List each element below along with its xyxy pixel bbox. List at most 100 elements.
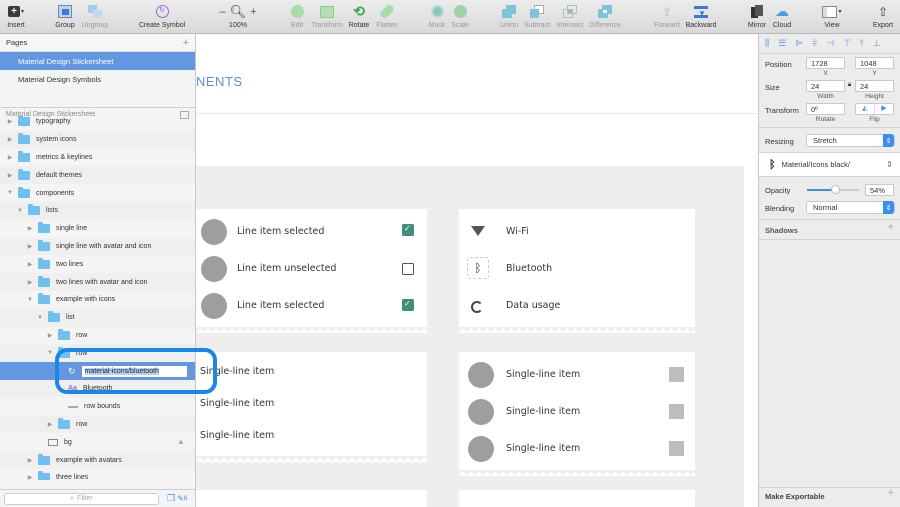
insert-button[interactable]: + ▾ Insert — [0, 3, 38, 29]
checkbox-checked[interactable]: ✓ — [402, 224, 414, 236]
align-center-icon[interactable]: ⫩ — [812, 38, 817, 49]
disclosure-expanded-icon[interactable]: ▼ — [26, 297, 34, 303]
disclosure-collapsed-icon[interactable]: ▶ — [26, 261, 34, 268]
disclosure-collapsed-icon[interactable]: ▶ — [26, 474, 34, 480]
list-card-single-line[interactable]: Single-line item Single-line item Single… — [196, 352, 427, 462]
layer-list: ▶ typography ▶ system icons ▶ metrics & keyli… — [0, 113, 195, 480]
disclosure-collapsed-icon[interactable]: ▶ — [6, 136, 14, 143]
edited-filter-icon[interactable]: ✎ — [177, 494, 184, 503]
width-input[interactable]: 24 — [806, 80, 845, 92]
opacity-slider-knob[interactable] — [831, 185, 841, 194]
create-symbol-button[interactable]: ↻ Create Symbol — [139, 3, 185, 29]
disclosure-expanded-icon[interactable]: ▼ — [6, 190, 14, 196]
rotate-input[interactable]: 0º — [806, 103, 845, 115]
disclosure-expanded-icon[interactable]: ▼ — [46, 350, 54, 356]
disclosure-collapsed-icon[interactable]: ▶ — [26, 279, 34, 286]
difference-button[interactable]: Difference — [583, 3, 627, 29]
layer-row[interactable]: ▶ default themes — [0, 166, 195, 185]
disclosure-expanded-icon[interactable]: ▼ — [16, 208, 24, 214]
add-export-button[interactable]: + — [888, 487, 894, 499]
view-button[interactable]: ▾ View — [810, 3, 854, 29]
symbols-filter-icon[interactable]: ❐ — [167, 493, 175, 504]
backward-button[interactable]: ▼ Backward — [679, 3, 723, 29]
layer-row[interactable]: ▼ components — [0, 184, 195, 202]
layer-row[interactable]: ▶ row — [0, 327, 195, 345]
disclosure-collapsed-icon[interactable]: ▶ — [6, 154, 14, 161]
height-input[interactable]: 24 — [855, 80, 894, 92]
list-card-avatar-icon[interactable]: Single-line item Single-line item Single… — [459, 352, 695, 476]
disclosure-collapsed-icon[interactable]: ▶ — [26, 457, 34, 464]
distribute-horizontal-icon[interactable]: ⫼ — [765, 38, 769, 49]
layer-row[interactable]: ▼ row — [0, 344, 195, 363]
flatten-button[interactable]: Flatten — [365, 3, 409, 29]
distribute-vertical-icon[interactable]: ☰ — [778, 38, 786, 49]
align-left-icon[interactable]: ⊫ — [795, 38, 803, 49]
layer-row[interactable]: ▶ three lines — [0, 469, 195, 480]
list-card-partial[interactable] — [196, 490, 427, 507]
list-card-icons[interactable]: Wi-Fi ᛒ Bluetooth Data usage — [459, 209, 695, 333]
ungroup-button[interactable]: Ungroup — [73, 3, 117, 29]
layer-row[interactable]: ▶ single line — [0, 220, 195, 238]
zoom-control[interactable]: – 🔍︎ + 100% — [213, 3, 263, 30]
make-exportable-label: Make Exportable — [765, 492, 825, 501]
layer-row[interactable]: ▶ example with avatars — [0, 451, 195, 469]
zoom-in-button[interactable]: + — [250, 6, 256, 18]
transform-label: Transform — [765, 106, 799, 115]
export-button[interactable]: ⇧ Export — [861, 3, 900, 30]
layer-row[interactable]: ▶ typography — [0, 113, 195, 131]
opacity-input[interactable]: 54% — [865, 184, 894, 196]
layer-row[interactable]: ↻ material-icons/bluetooth — [0, 362, 195, 380]
disclosure-collapsed-icon[interactable]: ▶ — [26, 243, 34, 250]
blending-select[interactable]: Normal ⇕ — [806, 201, 895, 214]
position-x-input[interactable]: 1728 — [806, 57, 845, 69]
filter-input[interactable]: ⌕ Filter — [4, 492, 159, 505]
disclosure-expanded-icon[interactable]: ▼ — [36, 315, 44, 321]
layer-rename-input[interactable]: material-icons/bluetooth — [81, 365, 187, 377]
cloud-button[interactable]: ☁ Cloud — [760, 3, 804, 29]
opacity-slider[interactable] — [807, 185, 859, 194]
add-shadow-button[interactable]: + — [888, 221, 894, 233]
layer-row[interactable]: bg 🔒︎ — [0, 433, 195, 451]
layer-row[interactable]: ▼ list — [0, 308, 195, 327]
layer-label: system icons — [36, 136, 77, 144]
layer-row[interactable]: ▶ two lines — [0, 255, 195, 273]
resizing-select[interactable]: Stretch ⇕ — [806, 134, 895, 147]
layer-row[interactable]: ▶ row — [0, 415, 195, 434]
add-page-button[interactable]: + — [183, 37, 189, 49]
align-top-icon[interactable]: ⊤ — [843, 38, 851, 49]
layer-row[interactable]: ▶ system icons — [0, 130, 195, 149]
list-card-checkbox[interactable]: Line item selected ✓ Line item unselecte… — [196, 209, 427, 333]
layer-row[interactable]: ▼ example with icons — [0, 291, 195, 309]
align-right-icon[interactable]: ⊣ — [826, 38, 834, 49]
lock-ratio-icon[interactable]: 🔒︎ — [848, 82, 851, 89]
layer-row[interactable]: ▶ single line with avatar and icon — [0, 237, 195, 256]
list-card-partial[interactable] — [459, 490, 695, 507]
disclosure-collapsed-icon[interactable]: ▶ — [26, 225, 34, 232]
disclosure-collapsed-icon[interactable]: ▶ — [6, 172, 14, 179]
position-y-input[interactable]: 1048 — [855, 57, 894, 69]
lock-icon[interactable]: 🔒︎ — [179, 437, 183, 447]
scale-button[interactable]: Scale — [438, 3, 482, 29]
canvas[interactable]: NENTS Line item selected ✓ Line item uns… — [196, 34, 758, 507]
checkbox-unchecked[interactable] — [402, 263, 414, 275]
layer-row[interactable]: ▼ lists — [0, 201, 195, 220]
layer-row[interactable]: ▶ metrics & keylines — [0, 149, 195, 167]
list-item-label: Single-line item — [200, 366, 275, 377]
page-item[interactable]: Material Design Stickersheet — [0, 52, 195, 70]
symbol-override[interactable]: ᛒ Material/Icons black/ ⇕ — [759, 152, 900, 177]
disclosure-collapsed-icon[interactable]: ▶ — [6, 118, 14, 125]
flip-vertical-button[interactable]: ▶ — [875, 104, 893, 114]
zoom-out-button[interactable]: – — [219, 6, 225, 18]
layer-row[interactable]: row bounds — [0, 398, 195, 416]
layer-row[interactable]: ▶ two lines with avatar and icon — [0, 273, 195, 291]
data-usage-icon — [471, 301, 483, 313]
disclosure-collapsed-icon[interactable]: ▶ — [46, 421, 54, 428]
layer-rename-text[interactable]: material-icons/bluetooth — [84, 367, 159, 375]
disclosure-collapsed-icon[interactable]: ▶ — [46, 332, 54, 339]
flip-horizontal-button[interactable]: ◭ — [856, 104, 875, 114]
align-bottom-icon[interactable]: ⊥ — [873, 38, 881, 49]
checkbox-checked[interactable]: ✓ — [402, 299, 414, 311]
layer-row[interactable]: Aa Bluetooth — [0, 379, 195, 398]
page-item[interactable]: Material Design Symbols — [0, 70, 195, 88]
align-middle-icon[interactable]: ⫯ — [860, 38, 864, 49]
